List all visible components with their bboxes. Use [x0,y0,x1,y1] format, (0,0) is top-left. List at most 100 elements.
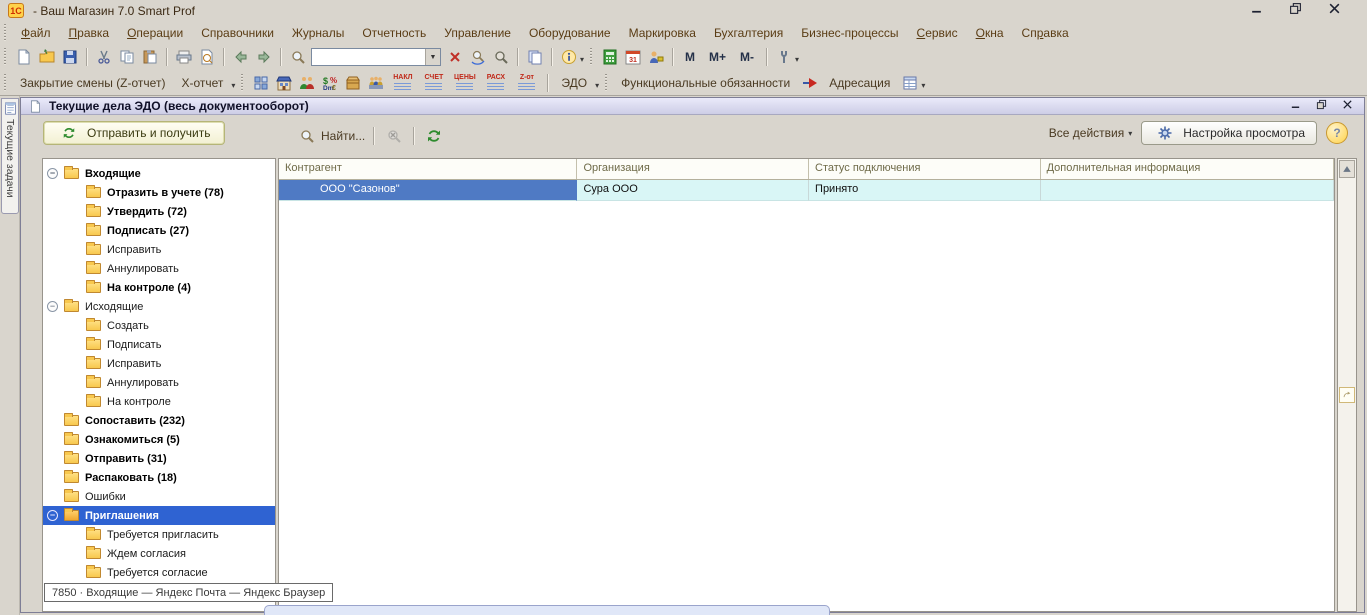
tree-item[interactable]: Отправить (31) [43,449,275,468]
table-cell[interactable]: Принято [809,180,1041,201]
edo-menu-button[interactable]: ЭДО [553,73,595,93]
menu-item-справочники[interactable]: Справочники [192,23,283,43]
menu-item-файл[interactable]: Файл [12,23,60,43]
bill-report-button[interactable]: СЧЕТ [418,73,449,92]
quick-search-input[interactable] [312,51,425,63]
menu-item-управление[interactable]: Управление [435,23,520,43]
print-preview-icon[interactable] [195,47,218,68]
edo-minimize-icon[interactable] [1290,97,1301,115]
find-next-icon[interactable] [466,47,489,68]
column-header[interactable]: Статус подключения [809,159,1041,179]
addressing-button[interactable]: Адресация [821,73,898,93]
collapse-icon[interactable]: − [47,168,58,179]
currency-icon[interactable]: $%Dm€ [318,72,341,93]
view-settings-button[interactable]: Настройка просмотра [1141,121,1317,145]
help-button[interactable]: ? [1326,122,1348,144]
open-icon[interactable] [35,47,58,68]
menu-item-бизнес-процессы[interactable]: Бизнес-процессы [792,23,907,43]
all-actions-button[interactable]: Все действия ▾ [1049,126,1132,140]
paste-icon[interactable] [138,47,161,68]
z-report-button[interactable]: Z-от [511,73,542,92]
tree-item[interactable]: Создать [43,316,275,335]
menu-item-правка[interactable]: Правка [60,23,119,43]
dropdown-caret-icon[interactable]: ▾ [580,56,584,64]
tree-item[interactable]: −Приглашения [43,506,275,525]
main-restore-icon[interactable] [1289,2,1302,20]
dropdown-caret-icon[interactable]: ▾ [595,82,599,90]
find-settings-icon[interactable] [489,47,512,68]
edo-close-icon[interactable] [1342,97,1353,115]
copy-windows-icon[interactable] [523,47,546,68]
collapse-icon[interactable]: − [47,510,58,521]
tree-item[interactable]: −Входящие [43,164,275,183]
tree-item[interactable]: Исправить [43,354,275,373]
tree-item[interactable]: Ошибки [43,487,275,506]
menu-item-журналы[interactable]: Журналы [283,23,353,43]
calendar-icon[interactable]: 31 [621,47,644,68]
invoice-report-button[interactable]: НАКЛ [387,73,418,92]
tree-item[interactable]: Требуется пригласить [43,525,275,544]
assign-duties-icon[interactable] [798,72,821,93]
menu-item-бухгалтерия[interactable]: Бухгалтерия [705,23,792,43]
refresh-list-icon[interactable] [422,125,445,146]
back-icon[interactable] [229,47,252,68]
menu-item-справка[interactable]: Справка [1013,23,1078,43]
service-settings-icon[interactable] [772,47,795,68]
table-cell[interactable]: ООО "Сазонов" [279,180,577,201]
current-tasks-tab[interactable]: Текущие задачи [1,98,19,214]
collapse-icon[interactable]: − [47,301,58,312]
print-icon[interactable] [172,47,195,68]
tree-item[interactable]: Утвердить (72) [43,202,275,221]
tree-item[interactable]: На контроле (4) [43,278,275,297]
send-receive-button[interactable]: Отправить и получить [43,121,225,145]
menu-item-маркировка[interactable]: Маркировка [620,23,705,43]
goods-box-icon[interactable] [341,72,364,93]
tree-item[interactable]: Сопоставить (232) [43,411,275,430]
dropdown-caret-icon[interactable]: ▾ [795,56,799,64]
prices-report-button[interactable]: ЦЕНЫ [449,73,480,92]
cut-icon[interactable] [92,47,115,68]
combobox-dropdown-icon[interactable]: ▼ [425,49,440,65]
tree-item[interactable]: Подписать (27) [43,221,275,240]
scroll-up-icon[interactable] [1339,160,1355,178]
column-header[interactable]: Организация [577,159,809,179]
table-cell[interactable]: Сура ООО [577,180,809,201]
workplace-icon[interactable] [249,72,272,93]
edo-window-title-bar[interactable]: Текущие дела ЭДО (весь документооборот) [21,98,1364,115]
memory-recall-button[interactable]: M [678,48,702,66]
find-button[interactable]: Найти... [321,129,365,143]
find-icon[interactable] [286,47,309,68]
scroll-marker-button[interactable] [1339,387,1355,403]
menu-item-операции[interactable]: Операции [118,23,192,43]
main-minimize-icon[interactable] [1250,2,1263,20]
menu-item-отчетность[interactable]: Отчетность [353,23,435,43]
menu-item-окна[interactable]: Окна [967,23,1013,43]
menu-item-сервис[interactable]: Сервис [908,23,967,43]
save-icon[interactable] [58,47,81,68]
tree-item[interactable]: −Исходящие [43,297,275,316]
main-close-icon[interactable] [1328,2,1341,20]
forward-icon[interactable] [252,47,275,68]
info-icon[interactable] [557,47,580,68]
tree-item[interactable]: На контроле [43,392,275,411]
addressing-table-icon[interactable] [898,72,921,93]
table-cell[interactable] [1041,180,1334,201]
new-document-icon[interactable] [12,47,35,68]
copy-icon[interactable] [115,47,138,68]
functional-duties-button[interactable]: Функциональные обязанности [613,73,798,93]
clear-find-icon[interactable] [443,47,466,68]
tree-item[interactable]: Аннулировать [43,259,275,278]
dropdown-caret-icon[interactable]: ▾ [921,82,925,90]
calculator-icon[interactable] [598,47,621,68]
partners-icon[interactable] [295,72,318,93]
memory-subtract-button[interactable]: M- [733,48,761,66]
edo-restore-icon[interactable] [1316,97,1327,115]
dropdown-caret-icon[interactable]: ▾ [231,82,235,90]
close-shift-button[interactable]: Закрытие смены (Z-отчет) [12,73,173,93]
tree-item[interactable]: Ждем согласия [43,544,275,563]
vertical-scrollbar[interactable] [1337,158,1357,612]
table-row[interactable]: ООО "Сазонов"Сура ОООПринято [279,180,1334,201]
tree-item[interactable]: Подписать [43,335,275,354]
column-header[interactable]: Контрагент [279,159,577,179]
column-header[interactable]: Дополнительная информация [1041,159,1334,179]
